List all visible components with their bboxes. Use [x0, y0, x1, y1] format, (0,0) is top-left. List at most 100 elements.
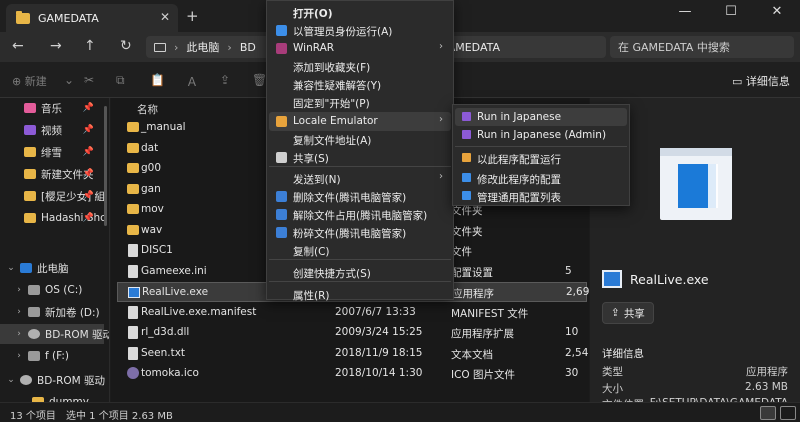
search-input[interactable]: 在 GAMEDATA 中搜索	[610, 36, 794, 58]
context-menu-item[interactable]: 发送到(N) ›	[269, 169, 451, 188]
table-row[interactable]: rl_d3d.dll 2009/3/24 15:25 应用程序扩展 10	[117, 323, 587, 343]
context-menu-item[interactable]: 共享(S)	[269, 148, 451, 167]
share-icon[interactable]: ⇪	[220, 73, 230, 87]
sidebar-item-music[interactable]: 音乐 📌	[0, 98, 104, 118]
context-menu-item[interactable]: 添加到收藏夹(F)	[269, 57, 451, 76]
submenu-item[interactable]: Run in Japanese	[455, 108, 627, 126]
drive-icon	[28, 285, 40, 295]
table-row[interactable]: RealLive.exe.manifest 2007/6/7 13:33 MANIF…	[117, 303, 587, 323]
table-row[interactable]: tomoka.ico 2018/10/14 1:30 ICO 图片文件 30	[117, 364, 587, 384]
menu-item-label: 属性(R)	[293, 290, 330, 302]
sidebar-item-label: [樱足少女] 組	[41, 190, 106, 203]
sidebar-item-label: Hadashi Shc	[41, 212, 106, 224]
context-menu-item[interactable]: 复制文件地址(A)	[269, 130, 451, 149]
chevron-down-icon[interactable]: ⌄	[6, 375, 16, 385]
tab-gamedata[interactable]: GAMEDATA ✕	[6, 4, 178, 32]
cut-icon[interactable]: ✂	[84, 73, 94, 87]
navigation-pane: 音乐 📌 视频 📌 绯雪 📌 新建文件夹 📌 [樱足少女] 組 📌 Hadash…	[0, 98, 110, 402]
submenu-item-label: 修改此程序的配置	[477, 174, 561, 186]
menu-item-label: 打开(O)	[293, 8, 333, 20]
sidebar-item-folder[interactable]: [樱足少女] 組 📌	[0, 186, 106, 206]
delete-icon[interactable]: 🗑	[252, 73, 267, 87]
chevron-right-icon[interactable]: ›	[14, 285, 24, 295]
chevron-right-icon: ›	[439, 41, 443, 52]
folder-icon	[127, 122, 139, 132]
sidebar-item-folder[interactable]: 绯雪 📌	[0, 142, 104, 162]
details-view-button[interactable]	[760, 406, 776, 420]
new-button[interactable]: ⊕ 新建	[12, 73, 47, 89]
back-button[interactable]: ←	[12, 38, 24, 54]
rename-icon[interactable]: Ａ	[186, 73, 198, 90]
menu-item-label: 共享(S)	[293, 153, 329, 165]
submenu-item[interactable]: 管理通用配置列表	[455, 187, 627, 205]
close-button[interactable]: ✕	[754, 4, 800, 19]
share-icon: ⇪	[611, 307, 620, 319]
prop-key-type: 类型	[602, 366, 623, 378]
pin-icon: 📌	[82, 147, 94, 157]
tab-close-icon[interactable]: ✕	[160, 10, 170, 24]
selection-info: 选中 1 个项目 2.63 MB	[66, 411, 173, 422]
document-icon	[128, 346, 138, 360]
share-button[interactable]: ⇪ 共享	[602, 302, 654, 324]
paste-icon[interactable]: 📋	[150, 73, 165, 87]
context-menu-item[interactable]: 删除文件(腾讯电脑管家)	[269, 187, 451, 206]
disc-icon	[20, 375, 32, 385]
chevron-right-icon[interactable]: ›	[14, 351, 24, 361]
submenu-item[interactable]: 以此程序配置运行	[455, 149, 627, 167]
up-button[interactable]: ↑	[84, 38, 96, 54]
chevron-down-icon[interactable]: ⌄	[6, 263, 16, 273]
breadcrumb-this-pc[interactable]: 此电脑	[186, 39, 219, 55]
forward-button[interactable]: →	[50, 38, 62, 54]
sidebar-scrollbar[interactable]	[104, 106, 107, 226]
sidebar-item-bd-rom[interactable]: › BD-ROM 驱动	[0, 324, 109, 344]
sidebar-item-bd-rom-2[interactable]: ⌄ BD-ROM 驱动	[0, 370, 105, 390]
table-row[interactable]: Seen.txt 2018/11/9 18:15 文本文档 2,54	[117, 344, 589, 364]
menu-separator	[269, 166, 451, 167]
share-label: 共享	[623, 307, 645, 320]
context-menu-item[interactable]: 解除文件占用(腾讯电脑管家)	[269, 205, 451, 224]
sidebar-item-folder[interactable]: Hadashi Shc 📌	[0, 208, 106, 228]
refresh-button[interactable]: ↻	[120, 38, 132, 54]
submenu-item[interactable]: Run in Japanese (Admin)	[455, 126, 627, 144]
sidebar-item-folder[interactable]: 新建文件夹 📌	[0, 164, 104, 184]
menu-item-label: 发送到(N)	[293, 174, 341, 186]
file-size: 2,54	[565, 346, 589, 359]
new-chevron-icon[interactable]: ⌄	[64, 73, 74, 87]
context-menu-item[interactable]: 固定到"开始"(P)	[269, 93, 451, 112]
application-icon	[128, 287, 140, 298]
sidebar-item-drive-d[interactable]: › 新加卷 (D:)	[0, 302, 104, 322]
chevron-right-icon[interactable]: ›	[14, 329, 24, 339]
preview-panel	[708, 164, 718, 208]
sidebar-item-videos[interactable]: 视频 📌	[0, 120, 104, 140]
maximize-button[interactable]: ☐	[708, 4, 754, 19]
copy-icon[interactable]: ⧉	[116, 73, 125, 88]
context-menu-item[interactable]: 创建快捷方式(S)	[269, 263, 451, 282]
chevron-right-icon[interactable]: ›	[14, 307, 24, 317]
tab-label: GAMEDATA	[38, 11, 99, 25]
minimize-button[interactable]: —	[662, 4, 708, 19]
details-pane-button[interactable]: ▭ 详细信息	[732, 73, 790, 89]
context-menu-item[interactable]: 复制(C)	[269, 241, 451, 260]
image-icon	[127, 367, 139, 379]
menu-item-label: 以管理员身份运行(A)	[293, 26, 393, 38]
file-name: wav	[141, 223, 163, 236]
sidebar-item-label: BD-ROM 驱动	[45, 328, 110, 341]
column-header-name[interactable]: 名称	[137, 102, 158, 117]
submenu-item[interactable]: 修改此程序的配置	[455, 169, 627, 187]
sidebar-item-drive-f[interactable]: › f (F:)	[0, 346, 104, 366]
context-menu-item[interactable]: 以管理员身份运行(A)	[269, 21, 451, 40]
tiles-view-button[interactable]	[780, 406, 796, 420]
details-icon: ▭	[732, 75, 743, 88]
context-menu-item[interactable]: 兼容性疑难解答(Y)	[269, 75, 451, 94]
sidebar-item-dummy[interactable]: dummy	[0, 392, 104, 402]
context-menu-item[interactable]: 打开(O)	[269, 3, 451, 22]
breadcrumb-bd[interactable]: BD	[240, 41, 256, 54]
context-menu-item[interactable]: WinRAR ›	[269, 39, 451, 58]
sidebar-item-this-pc[interactable]: ⌄ 此电脑	[0, 258, 104, 278]
new-tab-button[interactable]: +	[186, 7, 199, 25]
menu-item-label: 兼容性疑难解答(Y)	[293, 80, 382, 92]
context-menu-item[interactable]: Locale Emulator ›	[269, 112, 451, 131]
context-menu-item[interactable]: 属性(R)	[269, 285, 451, 304]
context-menu-item[interactable]: 粉碎文件(腾讯电脑管家)	[269, 223, 451, 242]
sidebar-item-drive-c[interactable]: › OS (C:)	[0, 280, 104, 300]
